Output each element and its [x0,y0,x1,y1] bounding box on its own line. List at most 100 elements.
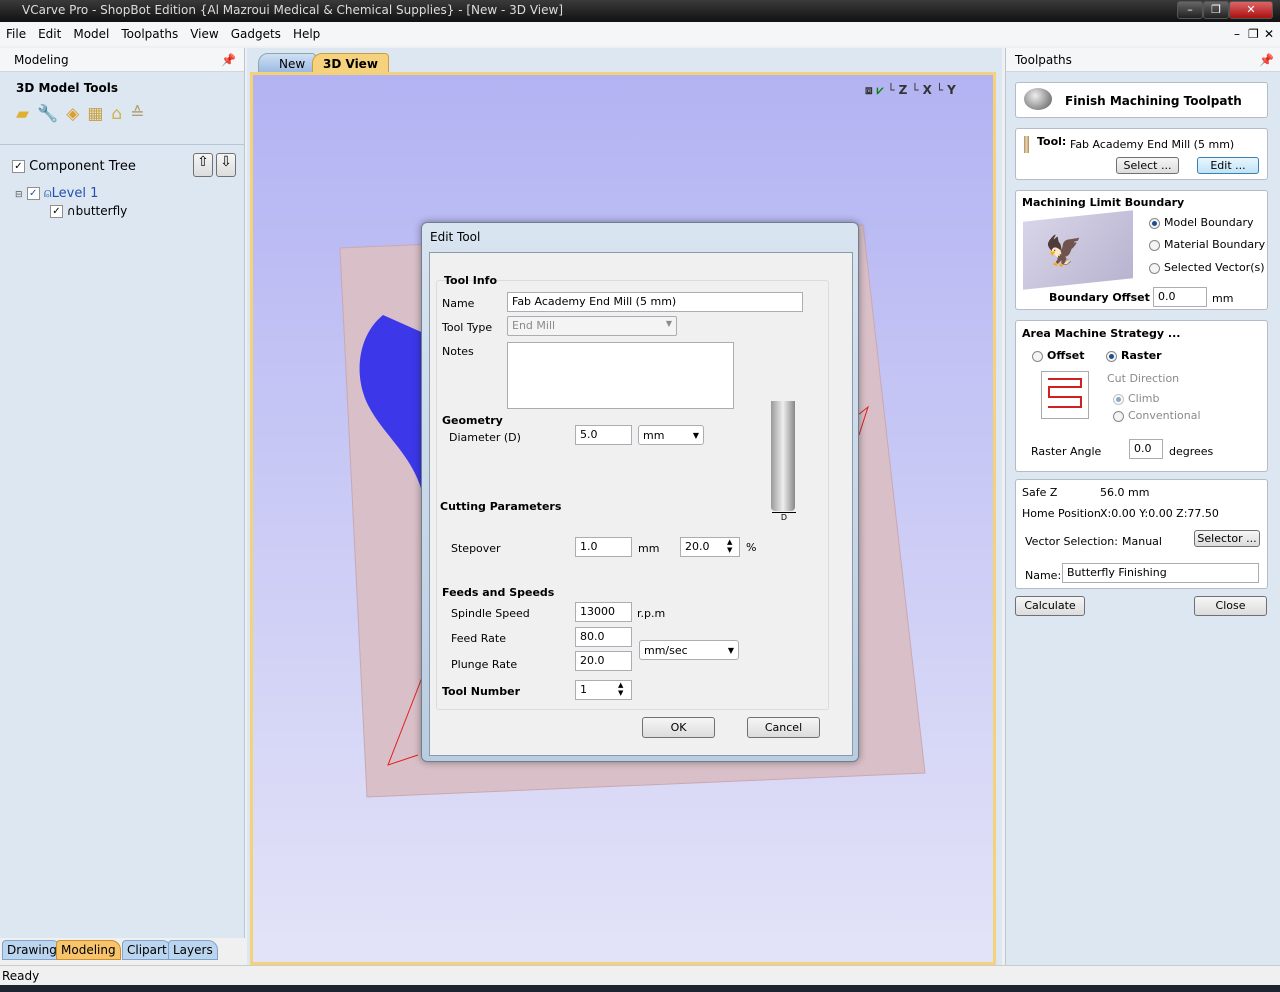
pin-icon[interactable]: 📌 [221,53,236,67]
plunge-rate-input[interactable]: 20.0 [575,651,632,671]
menu-toolpaths[interactable]: Toolpaths [115,22,184,41]
toolpath-type-box: Finish Machining Toolpath [1015,82,1268,118]
menu-view[interactable]: View [184,22,224,41]
top-view-icon[interactable]: └Z [887,83,911,97]
cutting-heading: Cutting Parameters [440,500,562,513]
tool-number-input[interactable]: 1 [575,680,632,700]
calculate-button[interactable]: Calculate [1015,596,1085,616]
toolpaths-panel: Toolpaths 📌 Finish Machining Toolpath Too… [1005,48,1280,965]
selector-button[interactable]: Selector ... [1194,530,1260,547]
end-mill-diagram [771,401,795,511]
finish-sphere-icon [1024,88,1052,110]
tool-box: Tool: Fab Academy End Mill (5 mm) Select… [1015,128,1268,180]
spindle-unit: r.p.m [637,607,666,620]
radio-model-boundary[interactable]: Model Boundary [1149,216,1254,229]
tool-name-input[interactable]: Fab Academy End Mill (5 mm) [507,292,803,312]
taskbar [0,985,1280,992]
eagle-icon: 🦅 [1045,231,1083,271]
zoom-fit-icon[interactable]: ⧈ [865,83,877,97]
diameter-input[interactable]: 5.0 [575,425,632,445]
panel-title: Modeling [14,53,69,67]
level-icon: ⍝ [43,186,52,201]
minimize-button[interactable]: – [1177,1,1203,19]
feed-rate-input[interactable]: 80.0 [575,627,632,647]
side-view-icon[interactable]: └Y [936,83,960,97]
tab-modeling[interactable]: Modeling [56,940,121,960]
menu-file[interactable]: File [0,22,32,41]
geometry-heading: Geometry [442,414,503,427]
menu-bar: File Edit Model Toolpaths View Gadgets Help – … [0,22,1280,46]
tool-number-spinner[interactable]: ▲ ▼ [618,681,623,697]
tab-layers[interactable]: Layers [168,940,218,960]
ok-button[interactable]: OK [642,717,715,738]
move-up-button[interactable]: ⇧ [193,153,213,177]
home-position-label: Home Position [1022,507,1101,520]
spindle-label: Spindle Speed [451,607,530,620]
iso-view-icon[interactable]: ⩗ [877,83,888,97]
item-checkbox[interactable]: ✓ [50,205,63,218]
close-window-button[interactable]: ✕ [1229,1,1273,19]
open-folder-icon[interactable]: ▰ [16,104,37,124]
component-icon: ∩ [66,204,76,218]
vector-selection-label: Vector Selection: [1025,535,1118,548]
boundary-offset-input[interactable]: 0.0 [1153,287,1207,307]
radio-raster[interactable]: Raster [1106,349,1162,362]
name-label: Name [442,297,475,310]
tab-drawing[interactable]: Drawing [2,940,62,960]
collapse-icon[interactable]: ⊟ [15,190,23,200]
layers-stack-icon[interactable]: ≙ [130,104,152,124]
texture-icon[interactable]: ▦ [87,104,111,124]
strategy-box: Area Machine Strategy ... Offset Raster … [1015,320,1268,472]
menu-edit[interactable]: Edit [32,22,67,41]
tree-level[interactable]: Level 1 [52,186,99,201]
menu-model[interactable]: Model [67,22,115,41]
tree-checkbox[interactable]: ✓ [12,160,25,173]
cancel-button[interactable]: Cancel [747,717,820,738]
radio-material-boundary[interactable]: Material Boundary [1149,238,1265,251]
radio-conventional[interactable]: Conventional [1113,409,1201,422]
level-checkbox[interactable]: ✓ [26,187,40,200]
bell-shape-icon[interactable]: ⌂ [111,104,130,124]
edit-tool-button[interactable]: Edit ... [1197,157,1259,174]
tab-new[interactable]: New [258,53,317,74]
tree-item[interactable]: butterfly [76,204,128,218]
plunge-rate-label: Plunge Rate [451,658,518,671]
toolpath-name-input[interactable]: Butterfly Finishing [1062,563,1259,583]
spindle-speed-input[interactable]: 13000 [575,602,632,622]
tab-3d-view[interactable]: 3D View [312,53,389,74]
menu-gadgets[interactable]: Gadgets [225,22,287,41]
radio-offset[interactable]: Offset [1032,349,1085,362]
chevron-down-icon: ▼ [692,431,699,440]
modeling-panel: Modeling 📌 3D Model Tools ▰🔧◈▦⌂≙ ✓ Compon… [0,48,245,938]
strategy-title: Area Machine Strategy ... [1022,327,1181,340]
front-view-icon[interactable]: └X [911,83,936,97]
tools-title: 3D Model Tools [16,81,119,95]
chevron-down-icon: ▼ [665,319,672,328]
select-tool-button[interactable]: Select ... [1116,157,1179,174]
move-down-button[interactable]: ⇩ [216,153,236,177]
tool-number-label: Tool Number [442,685,521,698]
diameter-unit-select[interactable]: mm ▼ [638,425,704,445]
status-text: Ready [2,969,40,983]
rate-unit-select[interactable]: mm/sec ▼ [639,640,739,660]
panel-title: Toolpaths [1015,53,1072,67]
wrench-icon[interactable]: 🔧 [37,104,66,124]
notes-textarea[interactable] [507,342,734,409]
percent-label: % [746,541,757,554]
pin-icon[interactable]: 📌 [1259,53,1274,67]
tree-title: Component Tree [29,159,136,174]
tab-clipart[interactable]: Clipart [122,940,172,960]
maximize-button[interactable]: ❐ [1203,1,1229,19]
raster-angle-input[interactable]: 0.0 [1129,439,1163,459]
feed-rate-label: Feed Rate [451,632,506,645]
menu-help[interactable]: Help [287,22,326,41]
feeds-heading: Feeds and Speeds [442,586,555,599]
stepover-input[interactable]: 1.0 [575,537,632,557]
stepover-spinner[interactable]: ▲ ▼ [727,538,732,554]
tool-type-select[interactable]: End Mill ▼ [507,316,677,336]
radio-climb[interactable]: Climb [1113,392,1160,405]
mdi-close-icon[interactable]: ✕ [1258,22,1280,41]
move-icon[interactable]: ◈ [66,104,87,124]
radio-selected-vectors[interactable]: Selected Vector(s) [1149,261,1265,274]
close-button[interactable]: Close [1194,596,1267,616]
